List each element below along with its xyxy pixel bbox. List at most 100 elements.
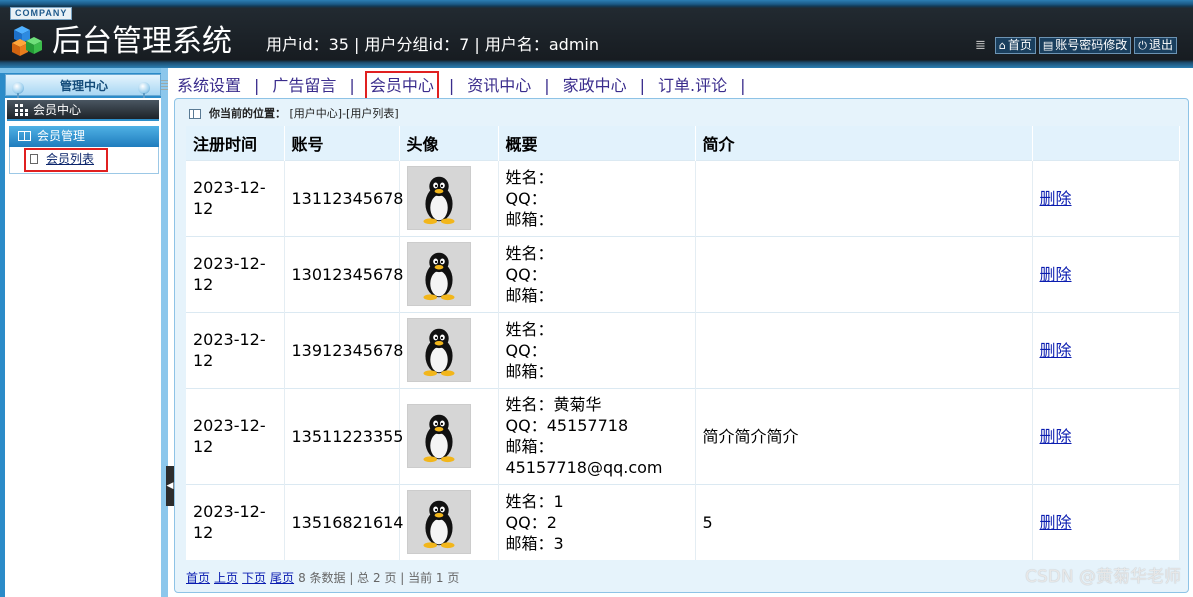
summary-email: 邮箱： (506, 209, 695, 230)
summary-qq: QQ： (506, 188, 695, 209)
sidebar-item-member-list[interactable]: 会员列表 (24, 148, 108, 172)
first-page-link[interactable]: 首页 (186, 571, 210, 585)
sidebar: 管理中心 会员中心 会员管理 会员列表 (0, 68, 168, 597)
summary-email: 邮箱： (506, 361, 695, 382)
summary-email-value: 45157718@qq.com (505, 458, 663, 477)
nav-separator: | (448, 76, 455, 95)
watermark: CSDN @黄菊华老师 (1025, 567, 1181, 587)
sidebar-group-body: 会员列表 (9, 147, 159, 174)
window-icon (189, 109, 201, 119)
prev-page-link[interactable]: 上页 (214, 571, 238, 585)
summary-qq-value: 2 (546, 512, 557, 532)
delete-link[interactable]: 删除 (1040, 341, 1072, 360)
summary-email-label: 邮箱： (505, 361, 554, 381)
table-row: 2023-12-12 13511223355 姓名：黄菊华 QQ：45157718 邮箱… (186, 387, 1180, 484)
power-icon: ⏻ (1138, 39, 1147, 52)
summary-name: 姓名： (506, 319, 695, 340)
tab-housekeeping-center[interactable]: 家政中心 (560, 74, 630, 98)
table-row: 2023-12-12 13912345678 姓名： QQ： 邮箱： 删除 (186, 311, 1180, 388)
document-icon: ▤ (1042, 39, 1054, 52)
summary-email: 邮箱： (506, 285, 695, 306)
summary-name: 姓名： (506, 243, 695, 264)
nav-separator: | (639, 76, 646, 95)
summary-email-label: 邮箱： (505, 437, 554, 456)
sidebar-section-member-center[interactable]: 会员中心 (7, 100, 159, 121)
collapse-arrow-icon[interactable]: ◀ (166, 466, 174, 506)
cell-actions: 删除 (1032, 483, 1180, 560)
delete-link[interactable]: 删除 (1040, 189, 1072, 208)
app-header: COMPANY 后台管理系统 用户id：35 | 用户分组id：7 | 用户名：… (0, 0, 1193, 68)
page-icon (30, 154, 38, 164)
sidebar-group-member-management[interactable]: 会员管理 (9, 126, 159, 147)
col-header-account: 账号 (284, 126, 400, 160)
cell-summary: 姓名： QQ： 邮箱： (498, 311, 696, 388)
summary-qq-value: 45157718 (546, 416, 629, 435)
sidebar-item-label: 会员列表 (46, 152, 95, 166)
cell-summary: 姓名：黄菊华 QQ：45157718 邮箱：45157718@qq.com (498, 387, 696, 484)
system-title: 后台管理系统 (52, 24, 232, 59)
cell-actions: 删除 (1032, 311, 1180, 388)
table-row: 2023-12-12 13012345678 姓名： QQ： 邮箱： 删除 (186, 235, 1180, 312)
top-nav: 系统设置 | 广告留言 | 会员中心 | 资讯中心 | 家政中心 | 订单.评论… (161, 68, 1193, 101)
col-header-summary: 概要 (498, 126, 696, 160)
tab-orders-comments[interactable]: 订单.评论 (655, 74, 730, 98)
location-path: [用户中心]-[用户列表] (289, 107, 399, 120)
company-badge: COMPANY (10, 7, 73, 20)
cell-register-time: 2023-12-12 (186, 483, 285, 560)
cell-account: 13516821614 (284, 483, 403, 560)
summary-name-label: 姓名： (505, 319, 554, 339)
summary-email-label: 邮箱： (505, 533, 554, 553)
sidebar-top-strip (0, 68, 168, 73)
tab-system-settings[interactable]: 系统设置 (174, 74, 244, 98)
home-button[interactable]: ⌂ 首页 (994, 37, 1036, 54)
grip-icon (161, 80, 168, 90)
cell-intro: 简介简介简介 (695, 387, 1033, 484)
penguin-avatar-icon (406, 318, 471, 382)
cell-intro: 5 (695, 483, 1033, 560)
pagination-info: 8 条数据 | 总 2 页 | 当前 1 页 (298, 571, 460, 585)
cell-actions: 删除 (1032, 159, 1180, 236)
delete-link[interactable]: 删除 (1040, 265, 1072, 284)
summary-qq-label: QQ： (505, 264, 547, 284)
summary-qq: QQ：2 (506, 512, 695, 533)
summary-email: 邮箱：3 (506, 533, 695, 554)
logout-button[interactable]: ⏻ 退出 (1134, 37, 1177, 54)
tab-news-center[interactable]: 资讯中心 (464, 74, 534, 98)
summary-name-value: 黄菊华 (553, 395, 602, 414)
summary-name: 姓名： (506, 167, 695, 188)
user-info: 用户id：35 | 用户分组id：7 | 用户名：admin (266, 35, 600, 54)
nav-separator: | (544, 76, 550, 95)
summary-qq: QQ：45157718 (506, 415, 695, 436)
col-header-register-time: 注册时间 (186, 126, 285, 160)
summary-name-value: 1 (553, 491, 564, 511)
delete-link[interactable]: 删除 (1040, 513, 1072, 532)
penguin-avatar-icon (406, 166, 471, 230)
sidebar-section-label: 会员中心 (33, 103, 82, 117)
cell-avatar (399, 235, 499, 312)
header-links: ≣ ⌂ 首页 ▤ 账号密码修改 ⏻ 退出 (975, 37, 1177, 54)
col-header-avatar: 头像 (399, 126, 499, 160)
summary-email-value: 3 (553, 533, 564, 553)
cell-avatar (399, 483, 499, 560)
cell-intro (695, 235, 1033, 312)
sidebar-splitter[interactable] (161, 68, 168, 597)
cell-actions: 删除 (1032, 235, 1180, 312)
summary-qq-label: QQ： (505, 416, 547, 435)
penguin-avatar-icon (406, 242, 471, 306)
member-table: 注册时间 账号 头像 概要 简介 2023-12-12 13112345678 姓名… (186, 126, 1180, 560)
change-password-button[interactable]: ▤ 账号密码修改 (1038, 37, 1132, 54)
summary-email: 邮箱： 45157718@qq.com (506, 436, 695, 478)
delete-link[interactable]: 删除 (1040, 427, 1072, 446)
summary-name-label: 姓名： (505, 395, 554, 414)
summary-qq-label: QQ： (505, 188, 547, 208)
table-row: 2023-12-12 13516821614 姓名：1 QQ：2 邮箱：3 5 删除 (186, 483, 1180, 560)
grid-icon (15, 104, 28, 116)
nav-separator: | (740, 76, 746, 95)
logo-cubes-icon (12, 26, 42, 56)
tab-member-center[interactable]: 会员中心 (364, 71, 439, 101)
last-page-link[interactable]: 尾页 (270, 571, 294, 585)
cell-account: 13012345678 (284, 235, 403, 312)
tab-ad-messages[interactable]: 广告留言 (269, 74, 339, 98)
next-page-link[interactable]: 下页 (242, 571, 266, 585)
penguin-avatar-icon (406, 404, 471, 468)
